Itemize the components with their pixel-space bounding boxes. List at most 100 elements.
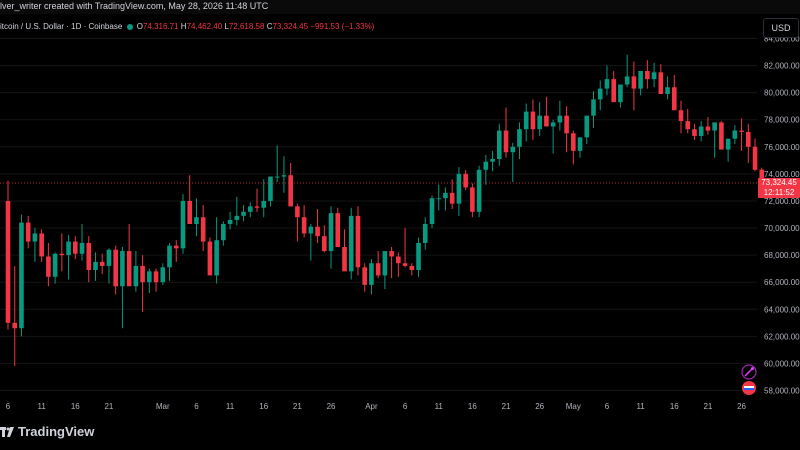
candle-body [25, 222, 31, 242]
candle-body [247, 206, 253, 212]
candle-body [59, 253, 65, 256]
candle-body [550, 122, 556, 127]
tradingview-brand[interactable]: TradingView [0, 424, 94, 439]
grid-lines [0, 38, 757, 391]
time-tick-label: 11 [37, 402, 46, 411]
candle-body [685, 121, 691, 130]
price-tick-label: 60,000.00 [764, 359, 800, 368]
price-tick-label: 70,000.00 [764, 224, 800, 233]
candle-body [167, 245, 172, 268]
time-tick-label: 26 [535, 402, 544, 411]
candle-body [288, 175, 293, 207]
candle-body [120, 251, 125, 287]
candle-body [207, 241, 213, 276]
candle-body [133, 265, 139, 287]
last-price-value: 73,324.45 [761, 178, 797, 188]
candle-body [739, 130, 744, 132]
time-tick-label: 21 [502, 402, 511, 411]
candle-body [382, 251, 388, 276]
candle-body [66, 241, 71, 256]
candle-body [503, 130, 509, 153]
candle-body [449, 192, 455, 204]
candle-body [241, 211, 246, 216]
candle-body [73, 241, 78, 254]
candle-body [355, 215, 361, 268]
currency-button[interactable]: USD [763, 18, 799, 38]
candle-body [39, 233, 44, 257]
price-tick-label: 66,000.00 [764, 278, 800, 287]
candle-body [160, 267, 166, 283]
price-tick-label: 72,000.00 [764, 197, 800, 206]
candle-body [19, 222, 24, 329]
candle-body [214, 240, 219, 276]
bar-countdown: 12:11:52 [763, 188, 795, 198]
time-tick-label: 11 [435, 402, 444, 411]
candle-body [375, 263, 381, 276]
candle-body [752, 146, 758, 170]
candle-body [597, 88, 603, 100]
candle-body [645, 70, 650, 80]
change-value: −991.53 (−1.33%) [310, 22, 375, 31]
time-tick-label: Mar [156, 402, 170, 411]
candle-body [658, 72, 664, 95]
candles [5, 54, 765, 367]
candle-body [746, 131, 751, 147]
candle-body [106, 249, 112, 266]
candle-body [389, 251, 394, 257]
candle-body [443, 192, 448, 199]
candle-body [308, 226, 314, 234]
candle-body [126, 251, 132, 287]
time-tick-label: 26 [327, 402, 336, 411]
candle-body [725, 138, 731, 150]
candle-body [517, 129, 522, 147]
candle-body [180, 200, 186, 249]
candle-body [342, 246, 347, 272]
price-tick-label: 62,000.00 [764, 332, 800, 341]
status-dot-icon [126, 23, 133, 30]
footer [0, 414, 800, 450]
candle-body [537, 115, 542, 130]
candle-body [463, 173, 468, 188]
candle-body [719, 122, 724, 150]
candle-body [153, 271, 159, 283]
symbol-label: itcoin / U.S. Dollar · 1D · Coinbase [0, 22, 123, 31]
candle-body [140, 265, 145, 283]
candle-body [436, 198, 442, 200]
candle-body [281, 175, 287, 177]
candle-body [335, 213, 341, 247]
candle-body [348, 215, 354, 272]
open-value: 74,316.71 [142, 22, 179, 31]
candle-body [46, 256, 51, 277]
candle-body [194, 217, 199, 224]
price-tick-label: 58,000.00 [764, 387, 800, 396]
candle-body [624, 76, 630, 85]
candle-body [510, 146, 516, 153]
candle-body [577, 137, 583, 151]
candle-body [301, 217, 307, 234]
legend: itcoin / U.S. Dollar · 1D · Coinbase O74… [0, 22, 374, 31]
price-chart[interactable]: 84,000.0082,000.0080,000.0078,000.0076,0… [0, 0, 800, 450]
time-tick-label: 21 [293, 402, 302, 411]
candle-body [692, 129, 697, 136]
candle-body [147, 271, 152, 283]
candle-body [200, 217, 206, 242]
candle-body [591, 99, 596, 116]
time-tick-label: 11 [636, 402, 645, 411]
candle-body [93, 261, 98, 271]
candle-body [476, 169, 482, 212]
time-tick-label: 16 [670, 402, 679, 411]
candle-body [544, 115, 549, 127]
candle-body [5, 200, 11, 323]
candle-body [173, 245, 179, 249]
candle-body [638, 70, 643, 89]
magic-wand-icon[interactable] [741, 364, 757, 380]
candle-body [52, 253, 58, 277]
candle-body [221, 223, 226, 241]
candle-body [268, 176, 273, 201]
flag-icon[interactable] [741, 380, 757, 396]
time-tick-label: Apr [365, 402, 378, 411]
candle-body [295, 206, 300, 218]
candle-body [369, 263, 374, 285]
candle-body [274, 176, 280, 178]
candle-body [187, 200, 193, 224]
